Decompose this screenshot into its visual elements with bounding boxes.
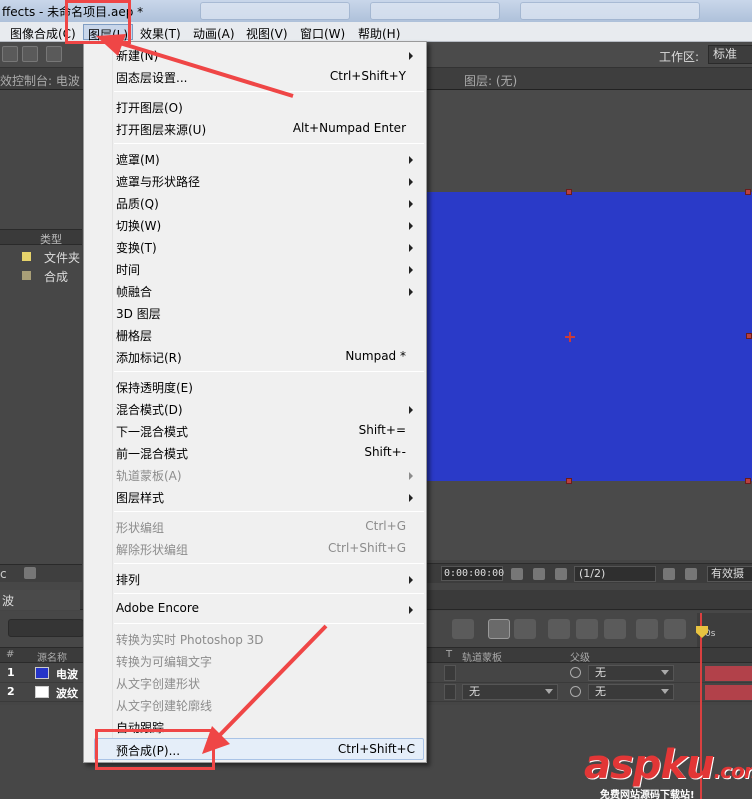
- arrow-line: [212, 624, 328, 743]
- watermark-logo-text: aspku: [584, 742, 715, 788]
- watermark-logo: aspku.com: [584, 742, 752, 788]
- site-watermark: aspku.com 免费网站源码下载站!: [584, 742, 752, 799]
- screen: { "window": { "title": "ffects - 未命名项目.a…: [0, 0, 752, 799]
- annotation-arrows: [96, 34, 328, 754]
- arrow-head: [96, 34, 126, 56]
- watermark-subtitle: 免费网站源码下载站!: [600, 790, 695, 799]
- watermark-logo-domain: .com: [713, 759, 752, 783]
- arrow-line: [109, 38, 294, 98]
